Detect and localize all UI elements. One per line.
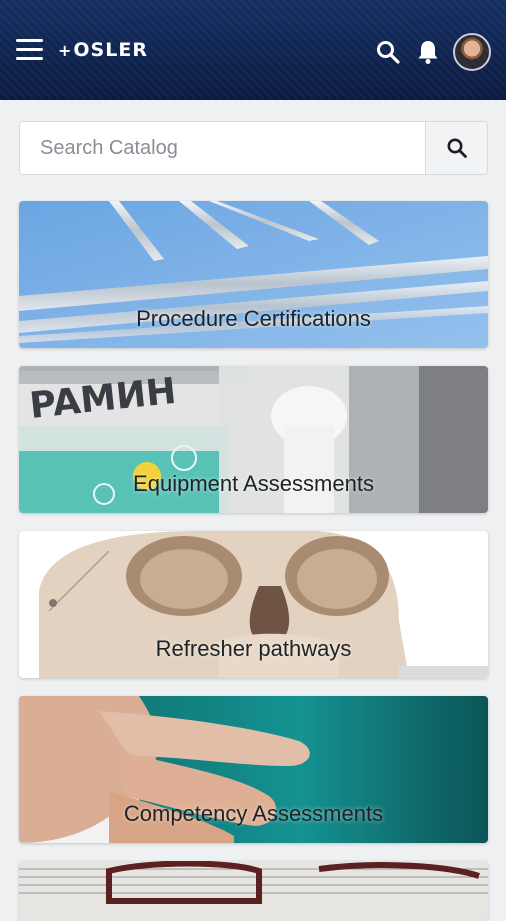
- search-icon: [377, 41, 400, 64]
- card-label: Competency Assessments: [123, 801, 384, 826]
- card-label: Refresher pathways: [155, 636, 352, 661]
- search-icon: [447, 138, 467, 158]
- catalog-card-refresher-pathways[interactable]: Refresher pathways: [19, 531, 488, 678]
- logo-text: OSLER: [73, 39, 148, 61]
- app-header: + OSLER: [0, 0, 506, 100]
- catalog-card-competency-assessments[interactable]: Competency Assessments: [19, 696, 488, 843]
- menu-icon-bar: [16, 48, 43, 51]
- search-input[interactable]: [20, 122, 425, 174]
- user-avatar[interactable]: [453, 33, 491, 71]
- logo-mark: +: [58, 40, 73, 60]
- search-submit-button[interactable]: [425, 122, 487, 174]
- glasses-on-newspaper-image: [19, 861, 488, 921]
- app-logo[interactable]: + OSLER: [58, 39, 148, 61]
- card-label: Procedure Certifications: [136, 306, 371, 331]
- catalog-search-bar: [19, 121, 488, 175]
- catalog-card-partial[interactable]: [19, 861, 488, 921]
- menu-icon-bar: [16, 39, 43, 42]
- bell-icon: [418, 41, 438, 64]
- menu-icon-bar: [16, 57, 43, 60]
- header-search-button[interactable]: [374, 38, 402, 66]
- catalog-card-equipment-assessments[interactable]: PAMИH Equipment Assessments: [19, 366, 488, 513]
- menu-button[interactable]: [16, 39, 44, 63]
- catalog-card-procedure-certifications[interactable]: Procedure Certifications: [19, 201, 488, 348]
- card-label: Equipment Assessments: [133, 471, 374, 496]
- notifications-button[interactable]: [414, 38, 442, 66]
